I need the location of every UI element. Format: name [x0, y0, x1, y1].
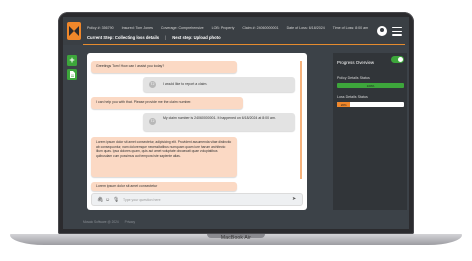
logo-icon[interactable]	[67, 22, 81, 40]
claim-info-row: Policy #: 356790 Insured: Tom Jones Cove…	[87, 26, 368, 30]
chat-panel: Greetings Tom! How can I assist you toda…	[87, 53, 307, 210]
message-text: Lorem ipsum dolor sit amet consectetur	[96, 184, 158, 188]
input-placeholder: Type your question here	[123, 198, 161, 202]
footer: Mosaic Software @ 2024 Privacy	[83, 220, 135, 224]
app-screen: Policy #: 356790 Insured: Tom Jones Cove…	[63, 17, 409, 229]
copyright-text: Mosaic Software @ 2024	[83, 220, 119, 224]
user-message: TJ I would like to report a claim.	[143, 77, 295, 92]
emoji-icon[interactable]: ☺	[105, 197, 110, 203]
bot-message: I can help you with that. Please provide…	[91, 97, 243, 109]
progress-fill: 100%	[337, 83, 404, 88]
message-input[interactable]: 🖇 ☺ 🎙 Type your question here ➤	[91, 193, 303, 206]
attach-icon[interactable]: 🖇	[97, 197, 103, 203]
send-icon[interactable]: ➤	[292, 196, 296, 202]
message-text: I would like to report a claim.	[163, 82, 208, 86]
hamburger-menu-icon[interactable]	[392, 27, 402, 36]
time-of-loss: Time of Loss: 8:00 am	[332, 26, 369, 30]
header: Policy #: 356790 Insured: Tom Jones Cove…	[63, 17, 409, 45]
next-step: Next step: Upload photo	[172, 35, 221, 40]
loss-details-progress: 20%	[337, 102, 404, 107]
user-avatar-icon[interactable]	[377, 26, 387, 36]
bot-message: Greetings Tom! How can I assist you toda…	[91, 61, 237, 73]
claim-number: Claim #: 24060000001	[242, 26, 279, 30]
policy-details-progress: 100%	[337, 83, 404, 88]
progress-value: 20%	[340, 102, 347, 107]
document-icon[interactable]	[67, 69, 77, 80]
add-icon[interactable]: +	[67, 55, 77, 66]
progress-title: Progress Overview	[337, 60, 375, 65]
policy-details-label: Policy Details Status	[337, 76, 370, 80]
progress-toggle[interactable]	[391, 56, 404, 63]
chat-scrollbar[interactable]	[300, 61, 302, 179]
current-step: Current Step: Collecting loss details	[87, 35, 160, 40]
bot-message: Lorem ipsum dolor sit amet consectetur	[91, 182, 237, 191]
message-text: My claim number is 24060000001. It happe…	[163, 116, 276, 120]
message-text: I can help you with that. Please provide…	[96, 100, 192, 104]
policy-number: Policy #: 356790	[87, 26, 114, 30]
bot-message: Lorem ipsum dolor sit amet consectetur, …	[91, 137, 237, 177]
progress-value: 100%	[366, 83, 375, 88]
user-message-avatar: TJ	[149, 118, 156, 125]
microphone-icon[interactable]: 🎙	[113, 197, 119, 203]
message-text: Greetings Tom! How can I assist you toda…	[96, 64, 165, 68]
device-label: MacBook Air	[220, 235, 252, 241]
progress-overview-panel: Progress Overview Policy Details Status …	[333, 53, 407, 210]
user-message-avatar: TJ	[149, 81, 156, 88]
coverage: Coverage: Comprehensive	[160, 26, 204, 30]
date-of-loss: Date of Loss: 6/18/2024	[286, 26, 325, 30]
progress-fill: 20%	[337, 102, 351, 107]
header-divider	[83, 44, 405, 45]
privacy-link[interactable]: Privacy	[125, 220, 135, 224]
loss-details-label: Loss Details Status	[337, 95, 368, 99]
steps-row: Current Step: Collecting loss details | …	[87, 35, 221, 40]
step-separator: |	[165, 35, 167, 40]
line-of-business: LOB: Property	[211, 26, 235, 30]
insured-name: Insured: Tom Jones	[121, 26, 153, 30]
user-message: TJ My claim number is 24060000001. It ha…	[143, 113, 295, 131]
message-text: Lorem ipsum dolor sit amet consectetur, …	[96, 140, 232, 158]
